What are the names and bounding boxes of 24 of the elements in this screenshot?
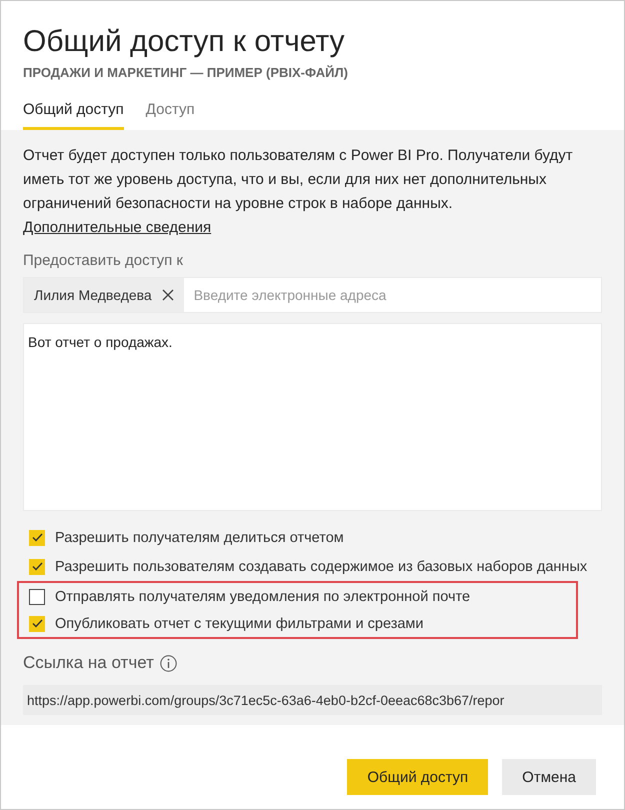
checkbox-label: Отправлять получателям уведомления по электронной почте — [55, 588, 470, 604]
tab[interactable]: Доступ — [146, 100, 195, 130]
report-link-field[interactable]: https://app.powerbi.com/groups/3c71ec5c-63a6-4eb0-b2cf-0eeac68c3b67/repor — [23, 685, 602, 715]
check-icon — [32, 619, 42, 628]
dialog-subtitle: ПРОДАЖИ И МАРКЕТИНГ — ПРИМЕР (PBIX-ФАЙЛ) — [23, 65, 349, 80]
checkbox-label: Разрешить получателям делиться отчетом — [55, 530, 344, 546]
dialog-title: Общий доступ к отчету — [23, 24, 346, 60]
recipients-field[interactable]: Лилия Медведева Введите электронные адреса — [23, 277, 602, 313]
check-icon — [32, 533, 42, 542]
share-button[interactable]: Общий доступ — [347, 759, 488, 795]
recipient-name: Лилия Медведева — [34, 287, 152, 303]
close-icon[interactable] — [162, 289, 174, 301]
check-icon — [32, 562, 42, 571]
checkbox-label: Опубликовать отчет с текущими фильтрами и срезами — [55, 616, 424, 632]
info-icon[interactable] — [160, 654, 177, 672]
more-info-link[interactable]: Дополнительные сведения — [23, 216, 212, 240]
message-field[interactable]: Вот отчет о продажах. — [23, 323, 602, 511]
checkbox[interactable] — [29, 588, 45, 604]
share-with-label: Предоставить доступ к — [23, 252, 184, 269]
report-link-label: Ссылка на отчет — [23, 653, 154, 673]
cancel-button[interactable]: Отмена — [502, 759, 596, 795]
info-text: Отчет будет доступен только пользователям с Power BI Pro. Получатели будут иметь тот же уровень доступа, что и вы, если для них нет дополнительных ограничений безопасности на уровне строк в наборе данных. — [23, 146, 574, 214]
checkbox-label: Разрешить пользователям создавать содержимое из базовых наборов данных — [55, 558, 588, 574]
recipient-chip[interactable]: Лилия Медведева — [24, 278, 184, 312]
